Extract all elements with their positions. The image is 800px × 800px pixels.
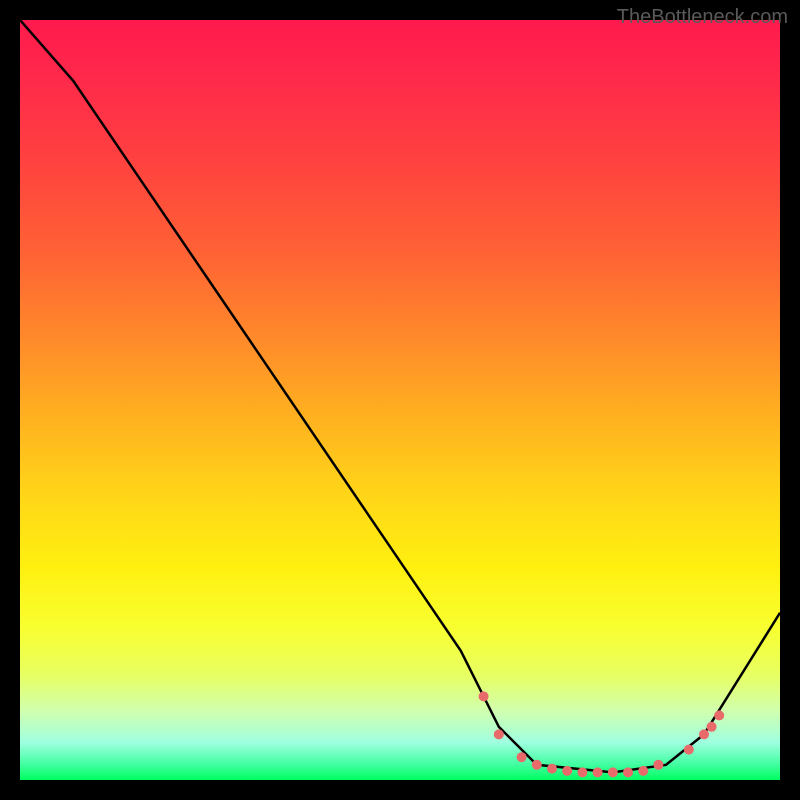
data-point [699, 729, 709, 739]
data-point [562, 766, 572, 776]
data-point [608, 767, 618, 777]
data-point [707, 722, 717, 732]
bottleneck-curve [20, 20, 780, 772]
data-point [517, 752, 527, 762]
data-point [532, 760, 542, 770]
chart-svg [20, 20, 780, 780]
data-point [638, 766, 648, 776]
data-point [547, 764, 557, 774]
data-point [494, 729, 504, 739]
watermark-text: TheBottleneck.com [617, 6, 788, 29]
data-markers [479, 691, 725, 777]
plot-area [20, 20, 780, 780]
data-point [593, 767, 603, 777]
data-point [684, 745, 694, 755]
data-point [479, 691, 489, 701]
data-point [623, 767, 633, 777]
data-point [653, 760, 663, 770]
data-point [577, 767, 587, 777]
data-point [714, 710, 724, 720]
